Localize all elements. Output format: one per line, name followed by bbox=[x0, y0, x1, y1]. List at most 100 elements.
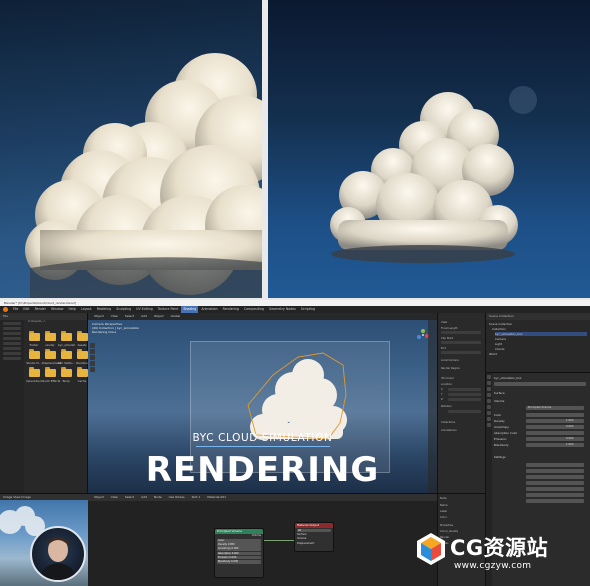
bookmark-item[interactable] bbox=[3, 357, 21, 360]
tab-animation[interactable]: Animation bbox=[199, 306, 219, 313]
image-editor-header[interactable]: Image View Image bbox=[0, 494, 88, 500]
material-slot-list[interactable] bbox=[494, 382, 586, 386]
outliner-item[interactable]: Light bbox=[495, 342, 502, 346]
settings-field[interactable] bbox=[526, 469, 584, 473]
principled-volume-node[interactable]: Principled Volume Volume Color Density 0… bbox=[214, 528, 264, 578]
tab-rendering[interactable]: Rendering bbox=[221, 306, 241, 313]
node-field[interactable]: Absorption 0.000 bbox=[217, 551, 261, 556]
node-output-socket[interactable]: Volume bbox=[215, 534, 263, 539]
settings-field[interactable] bbox=[526, 493, 584, 497]
tab-geometry-nodes[interactable]: Geometry Nodes bbox=[267, 306, 298, 313]
settings-field[interactable] bbox=[526, 463, 584, 467]
folder-item[interactable]: Displacement bbox=[42, 349, 61, 365]
menu-file[interactable]: File bbox=[11, 306, 20, 313]
bookmark-item[interactable] bbox=[3, 327, 21, 330]
clip-start-field[interactable] bbox=[441, 341, 481, 344]
menu-render[interactable]: Render bbox=[33, 306, 48, 313]
object-tab-icon[interactable] bbox=[487, 411, 491, 415]
tab-compositing[interactable]: Compositing bbox=[242, 306, 266, 313]
output-tab-icon[interactable] bbox=[487, 387, 491, 391]
color-field[interactable] bbox=[526, 413, 584, 417]
focal-length-field[interactable] bbox=[441, 331, 481, 334]
shader-add-menu[interactable]: Add bbox=[138, 494, 150, 501]
scale-tool-icon[interactable] bbox=[90, 367, 95, 372]
tool-tab-icon[interactable] bbox=[487, 375, 491, 379]
viewport-object-menu[interactable]: Object bbox=[151, 313, 167, 320]
file-browser-path[interactable]: C:\Users\...\ bbox=[28, 319, 45, 323]
folder-item[interactable]: Temp bbox=[58, 367, 74, 383]
tab-texture-paint[interactable]: Texture Paint bbox=[156, 306, 181, 313]
node-field[interactable]: Emission 0.000 bbox=[217, 555, 261, 560]
folder-item[interactable]: Folder bbox=[26, 331, 42, 347]
settings-field[interactable] bbox=[526, 499, 584, 503]
node-field[interactable]: Blackbody 0.000 bbox=[217, 560, 261, 564]
select-tool-icon[interactable] bbox=[90, 343, 95, 348]
density-field[interactable] bbox=[526, 419, 584, 423]
emission-field[interactable] bbox=[526, 437, 584, 441]
bookmark-item[interactable] bbox=[3, 342, 21, 345]
cursor-tool-icon[interactable] bbox=[90, 349, 95, 354]
cursor-x-field[interactable] bbox=[448, 388, 481, 391]
blender-logo-icon[interactable] bbox=[3, 307, 8, 312]
shader-view-menu[interactable]: View bbox=[108, 494, 121, 501]
anisotropy-field[interactable] bbox=[526, 425, 584, 429]
shader-object-menu[interactable]: Object bbox=[91, 494, 107, 501]
absorption-color-field[interactable] bbox=[526, 431, 584, 435]
material-name-field[interactable]: Material.001 bbox=[204, 494, 229, 501]
move-tool-icon[interactable] bbox=[90, 355, 95, 360]
menu-help[interactable]: Help bbox=[67, 306, 78, 313]
node-input-socket[interactable]: Displacement bbox=[295, 542, 333, 547]
viewport-transform-orientation[interactable]: Global bbox=[168, 313, 184, 320]
tab-layout[interactable]: Layout bbox=[79, 306, 94, 313]
tab-scripting[interactable]: Scripting bbox=[299, 306, 317, 313]
bookmark-item[interactable] bbox=[3, 347, 21, 350]
bookmark-item[interactable] bbox=[3, 337, 21, 340]
clip-end-field[interactable] bbox=[441, 351, 481, 354]
settings-field[interactable] bbox=[526, 481, 584, 485]
world-tab-icon[interactable] bbox=[487, 405, 491, 409]
outliner-item[interactable]: Collection bbox=[492, 327, 506, 331]
viewport-view-menu[interactable]: View bbox=[108, 313, 121, 320]
shader-node-menu[interactable]: Node bbox=[151, 494, 165, 501]
outliner-header[interactable]: Scene Collection bbox=[486, 313, 590, 320]
viewport-select-menu[interactable]: Select bbox=[122, 313, 137, 320]
material-slot-select[interactable]: Slot 1 bbox=[189, 494, 204, 501]
viewport-mode-menu[interactable]: Object bbox=[91, 313, 107, 320]
folder-item[interactable]: Quick Effects bbox=[42, 367, 60, 383]
node-field[interactable]: Density 0.850 bbox=[217, 543, 261, 547]
outliner-item-selected[interactable]: byc_simulation_box bbox=[495, 332, 587, 336]
shader-select-menu[interactable]: Select bbox=[122, 494, 137, 501]
section-volume[interactable]: Volume bbox=[494, 399, 504, 403]
blackbody-field[interactable] bbox=[526, 443, 584, 447]
section-surface[interactable]: Surface bbox=[494, 391, 505, 395]
folder-item[interactable]: render bbox=[42, 331, 58, 347]
bookmark-item[interactable] bbox=[3, 352, 21, 355]
folder-item[interactable]: byc_simulat bbox=[58, 331, 75, 347]
cursor-z-field[interactable] bbox=[448, 398, 481, 401]
outliner-item[interactable]: Scene Collection bbox=[489, 322, 512, 326]
shader-editor[interactable]: Object View Select Add Node Use Nodes Sl… bbox=[88, 493, 437, 586]
output-target-select[interactable]: All bbox=[297, 528, 331, 533]
menu-edit[interactable]: Edit bbox=[21, 306, 31, 313]
use-nodes-toggle[interactable]: Use Nodes bbox=[166, 494, 188, 501]
render-tab-icon[interactable] bbox=[487, 381, 491, 385]
settings-field[interactable] bbox=[526, 475, 584, 479]
folder-item[interactable]: Studio Cl... bbox=[26, 349, 42, 365]
outliner-item[interactable]: Camera bbox=[495, 337, 506, 341]
bookmark-item[interactable] bbox=[3, 332, 21, 335]
viewport-add-menu[interactable]: Add bbox=[138, 313, 150, 320]
tab-sculpting[interactable]: Sculpting bbox=[114, 306, 133, 313]
tab-modeling[interactable]: Modeling bbox=[95, 306, 114, 313]
node-field[interactable]: Color bbox=[217, 539, 261, 543]
section-settings[interactable]: Settings bbox=[494, 455, 505, 459]
modifier-tab-icon[interactable] bbox=[487, 417, 491, 421]
material-tab-icon[interactable] bbox=[487, 423, 491, 427]
rotate-tool-icon[interactable] bbox=[90, 361, 95, 366]
material-output-node[interactable]: Material Output All Surface Volume Displ… bbox=[294, 522, 334, 552]
settings-field[interactable] bbox=[526, 487, 584, 491]
rotation-field[interactable] bbox=[448, 410, 481, 413]
view-layer-tab-icon[interactable] bbox=[487, 393, 491, 397]
tab-uv-editing[interactable]: UV Editing bbox=[134, 306, 155, 313]
node-field[interactable]: Anisotropy 0.000 bbox=[217, 547, 261, 552]
outliner-item[interactable]: Clouds bbox=[495, 347, 504, 351]
